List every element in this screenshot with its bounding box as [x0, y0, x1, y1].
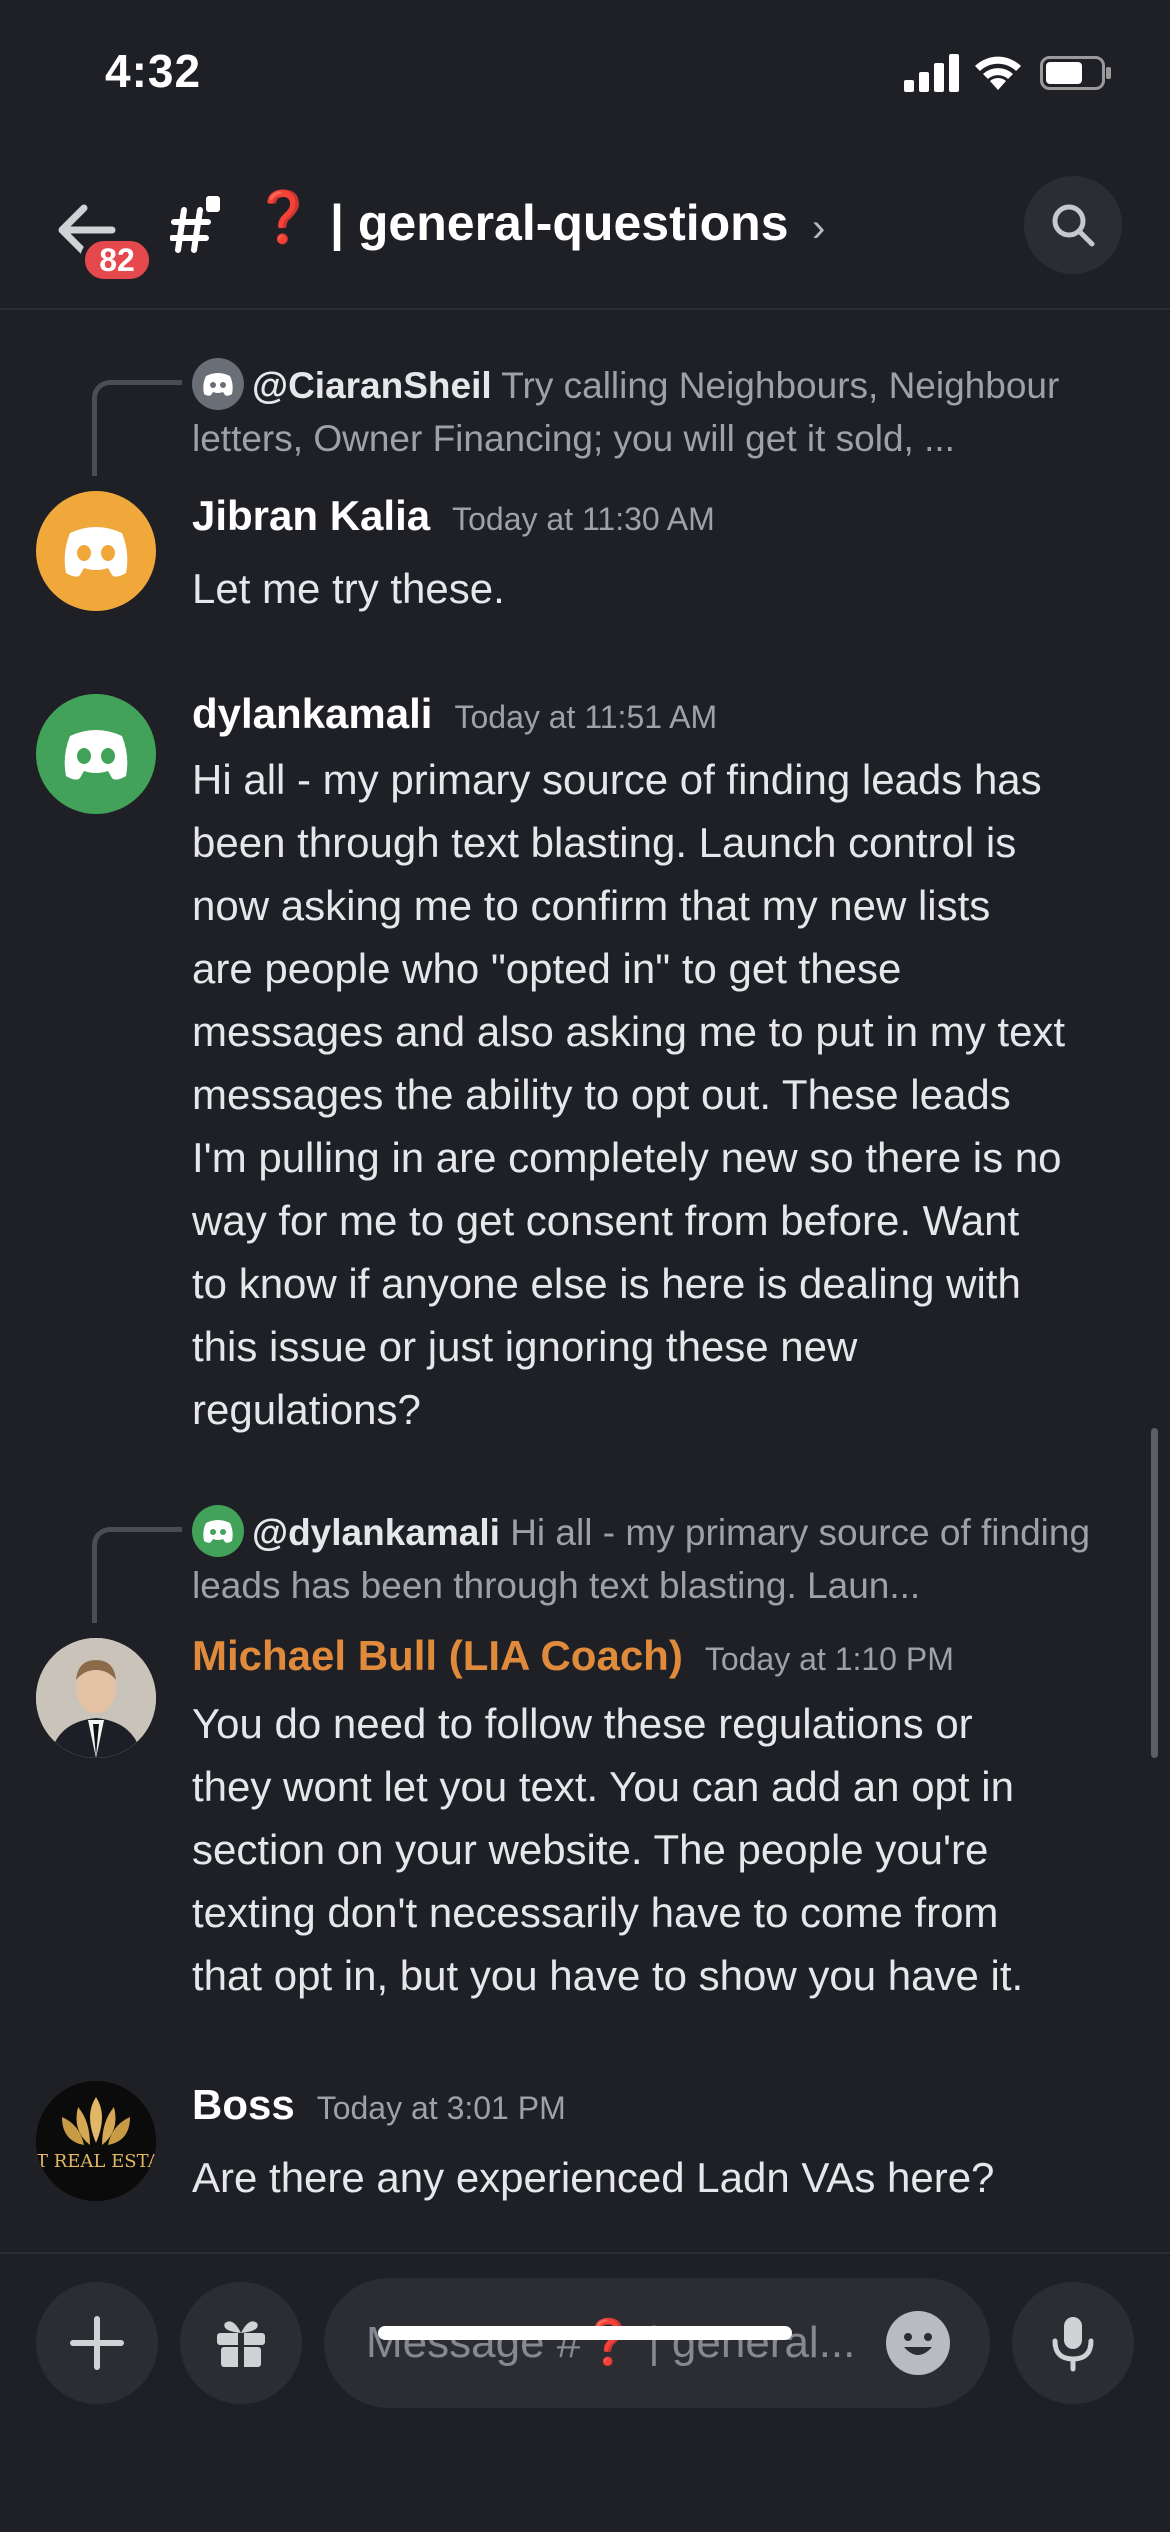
message-text: You do need to follow these regulations … — [192, 1700, 1024, 1999]
unread-badge: 82 — [80, 236, 154, 284]
message-input[interactable]: Message #❓ | general... — [324, 2278, 990, 2408]
home-indicator — [378, 2326, 792, 2340]
avatar — [192, 1505, 244, 1557]
add-attachment-button[interactable] — [36, 2282, 158, 2404]
avatar-boss[interactable]: T REAL ESTA — [36, 2081, 156, 2201]
message-author[interactable]: Jibran Kalia Today at 11:30 AM — [192, 492, 715, 540]
author-name: Michael Bull (LIA Coach) — [192, 1632, 683, 1679]
message-author[interactable]: Boss Today at 3:01 PM — [192, 2081, 566, 2129]
reply-mention: @dylankamali — [252, 1512, 500, 1553]
author-name: dylankamali — [192, 690, 433, 737]
channel-title[interactable]: | general-questions — [330, 194, 789, 252]
avatar — [192, 358, 244, 410]
discord-logo-icon — [64, 527, 128, 577]
plus-icon — [70, 2316, 124, 2370]
author-name: Boss — [192, 2081, 295, 2128]
message-timestamp: Today at 1:10 PM — [704, 1641, 954, 1677]
avatar-michael-bull[interactable] — [36, 1638, 156, 1758]
reply-preview[interactable]: @dylankamali Hi all - my primary source … — [192, 1505, 1142, 1612]
avatar-jibran[interactable] — [36, 491, 156, 611]
microphone-icon — [1052, 2317, 1094, 2372]
reply-preview[interactable]: @CiaranSheil Try calling Neighbours, Nei… — [192, 358, 1142, 465]
message-author[interactable]: dylankamali Today at 11:51 AM — [192, 690, 717, 738]
hash-thread-icon — [170, 196, 220, 253]
message-timestamp: Today at 11:51 AM — [454, 699, 718, 735]
wifi-icon — [975, 56, 1021, 90]
search-icon — [1052, 204, 1095, 247]
discord-logo-icon — [64, 730, 128, 780]
battery-icon — [1040, 56, 1111, 90]
message-composer: Message #❓ | general... — [0, 2252, 1170, 2532]
emoji-icon — [904, 2333, 932, 2355]
gift-icon — [217, 2321, 265, 2367]
avatar-logo-text: T REAL ESTA — [36, 2151, 156, 2172]
message-timestamp: Today at 3:01 PM — [316, 2090, 566, 2126]
profile-photo — [36, 1638, 156, 1758]
chevron-right-icon[interactable]: › — [812, 206, 825, 251]
reply-connector — [92, 380, 182, 476]
message-text: Let me try these. — [192, 565, 505, 612]
author-name: Jibran Kalia — [192, 492, 431, 539]
gift-button[interactable] — [180, 2282, 302, 2404]
emoji-button[interactable] — [886, 2311, 950, 2375]
lotus-logo — [36, 2081, 156, 2201]
search-button[interactable] — [1024, 176, 1122, 274]
message-author[interactable]: Michael Bull (LIA Coach) Today at 1:10 PM — [192, 1632, 954, 1680]
channel-emoji: ❓ — [252, 189, 315, 245]
message-placeholder: Message #❓ | general... — [366, 2316, 855, 2368]
message-text: Are there any experienced Ladn VAs here? — [192, 2154, 995, 2201]
reply-connector — [92, 1527, 182, 1623]
voice-message-button[interactable] — [1012, 2282, 1134, 2404]
message-timestamp: Today at 11:30 AM — [452, 501, 715, 537]
discord-logo-icon — [203, 1520, 233, 1543]
status-time: 4:32 — [105, 45, 202, 97]
discord-logo-icon — [203, 373, 233, 396]
scrollbar[interactable] — [1151, 1428, 1158, 1758]
reply-mention: @CiaranSheil — [252, 365, 492, 406]
cellular-signal-icon — [904, 54, 959, 92]
message-text: Hi all - my primary source of finding le… — [192, 756, 1066, 1433]
avatar-dylankamali[interactable] — [36, 694, 156, 814]
channel-header: 82 ❓ | general-questions › — [0, 160, 1170, 310]
status-bar: 4:32 — [0, 0, 1170, 150]
